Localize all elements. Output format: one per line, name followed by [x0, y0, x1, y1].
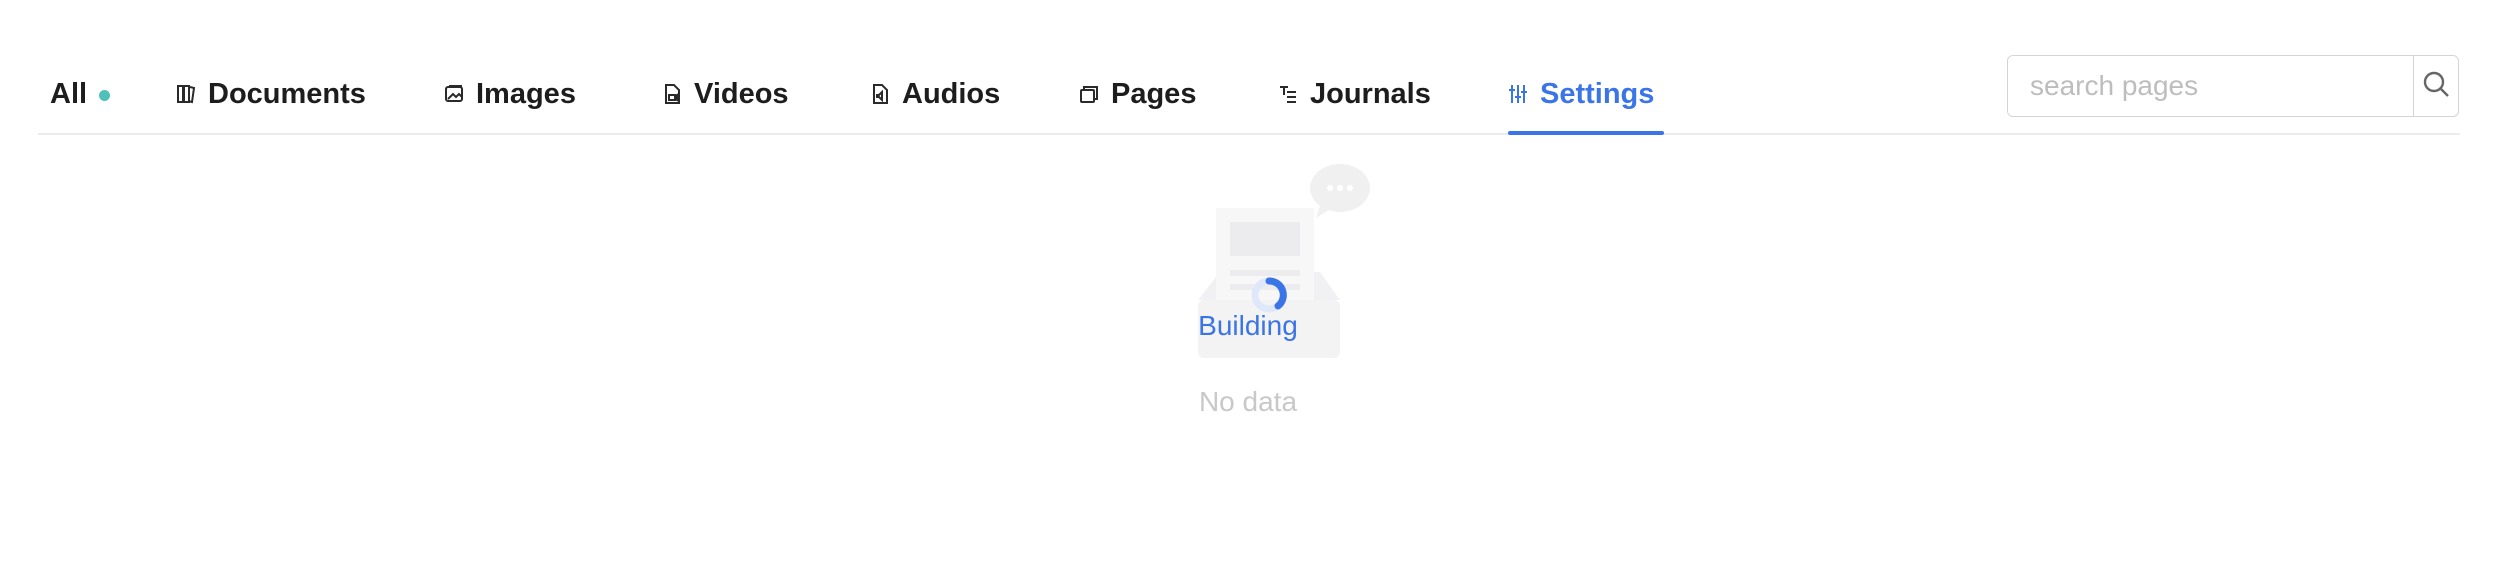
tab-pages[interactable]: Pages: [1079, 55, 1196, 133]
search-icon: [2422, 70, 2450, 103]
audio-file-icon: [870, 83, 890, 105]
tab-label: Documents: [208, 77, 366, 110]
tab-audios[interactable]: Audios: [870, 55, 1000, 133]
tab-all[interactable]: All: [50, 55, 111, 133]
tab-settings[interactable]: Settings: [1508, 55, 1665, 135]
status-dot-icon: [99, 89, 111, 101]
tab-label: Settings: [1540, 77, 1655, 110]
tab-videos[interactable]: Videos: [662, 55, 789, 133]
search-button[interactable]: [2413, 56, 2458, 116]
tab-label: Videos: [694, 77, 789, 110]
loading-text: Building: [1198, 310, 1298, 341]
pages-icon: [1079, 83, 1099, 105]
tab-journals[interactable]: Journals: [1278, 55, 1431, 133]
journal-icon: [1278, 83, 1298, 105]
video-file-icon: [662, 83, 682, 105]
tab-images[interactable]: Images: [444, 55, 576, 133]
search-box: [2007, 55, 2459, 117]
books-icon: [176, 83, 196, 105]
sliders-icon: [1508, 83, 1528, 105]
tab-label: Pages: [1111, 77, 1197, 110]
search-input[interactable]: [2008, 56, 2413, 116]
tab-documents[interactable]: Documents: [176, 55, 366, 133]
tab-label: Audios: [902, 77, 1001, 110]
image-icon: [444, 83, 464, 105]
tab-label: Journals: [1310, 77, 1431, 110]
empty-state-text: No data: [1198, 386, 1298, 417]
tab-label: All: [50, 77, 88, 110]
tab-label: Images: [476, 77, 576, 110]
